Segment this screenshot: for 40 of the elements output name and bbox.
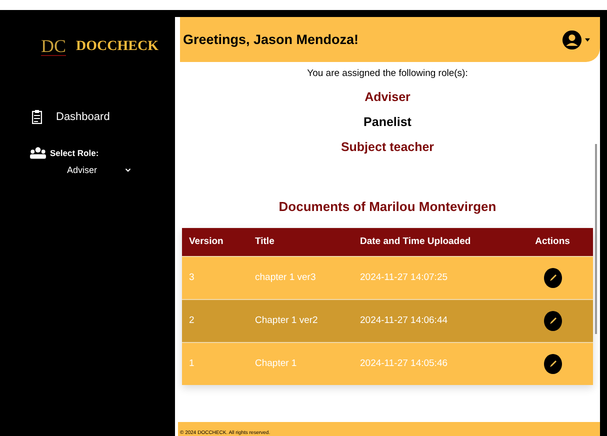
scrollbar[interactable] (595, 144, 597, 334)
documents-title: Documents of Marilou Montevirgen (278, 199, 496, 214)
greeting: Greetings, Jason Mendoza! (183, 32, 359, 47)
role-dropdown[interactable]: Adviser (67, 165, 131, 175)
column-header: Title (248, 228, 353, 256)
pencil-icon (548, 272, 558, 282)
column-header: Version (182, 228, 248, 256)
table-cell: 2 (182, 299, 248, 342)
role-name: Subject teacher (340, 140, 434, 154)
roles-intro: You are assigned the following role(s): (307, 68, 468, 79)
role-name: Panelist (364, 115, 412, 129)
table-cell: 2024-11-27 14:06:44 (353, 299, 512, 342)
pencil-icon (548, 316, 558, 326)
select-role-label: Select Role: (50, 148, 99, 158)
table-cell: 2024-11-27 14:07:25 (353, 256, 512, 299)
caret-icon (125, 168, 131, 172)
user-menu[interactable] (562, 30, 590, 50)
edit-button[interactable] (544, 268, 562, 288)
table-row[interactable]: 3 chapter 1 ver3 2024-11-27 14:07:25 (182, 256, 593, 299)
column-header: Date and Time Uploaded (353, 228, 512, 256)
users-icon (30, 146, 46, 159)
table-cell: 2024-11-27 14:05:46 (353, 342, 512, 385)
role-name: Adviser (364, 90, 410, 104)
table-cell: Chapter 1 (248, 342, 353, 385)
clipboard-icon (32, 110, 42, 124)
user-icon (562, 30, 582, 50)
edit-button[interactable] (544, 310, 562, 330)
caret-icon (585, 38, 590, 42)
table-cell: Chapter 1 ver2 (248, 299, 353, 342)
table-cell: chapter 1 ver3 (248, 256, 353, 299)
logo-mark: DC (41, 37, 66, 56)
pencil-icon (548, 358, 558, 369)
table-row[interactable]: 1 Chapter 1 2024-11-27 14:05:46 (182, 342, 593, 385)
table-cell: 1 (182, 342, 248, 385)
table-cell: 3 (182, 256, 248, 299)
brand-name: DOCCHECK (76, 38, 158, 54)
column-header: Actions (512, 228, 593, 256)
table-row[interactable]: 2 Chapter 1 ver2 2024-11-27 14:06:44 (182, 299, 593, 342)
sidebar-item[interactable]: Dashboard (32, 110, 110, 124)
edit-button[interactable] (544, 354, 562, 374)
